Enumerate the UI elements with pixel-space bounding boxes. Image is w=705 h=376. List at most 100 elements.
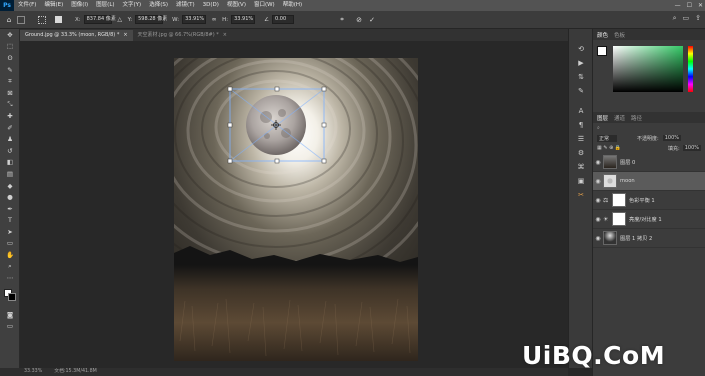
background-color-swatch[interactable] — [8, 293, 16, 302]
layer-row[interactable]: ◉ 图层 0 — [593, 153, 705, 172]
quick-mask-icon[interactable]: ◙ — [0, 309, 20, 321]
dodge-tool-icon[interactable]: ● — [0, 191, 20, 203]
character-icon[interactable]: A — [569, 104, 593, 118]
filter-kind-icon[interactable]: ⌕ — [597, 125, 600, 131]
menu-image[interactable]: 图像(I) — [67, 0, 92, 11]
path-selection-tool-icon[interactable]: ➤ — [0, 226, 20, 238]
layer-row-selected[interactable]: ◉ moon — [593, 172, 705, 191]
fill-field[interactable]: 100% — [682, 145, 701, 151]
type-tool-icon[interactable]: T — [0, 215, 20, 227]
visibility-eye-icon[interactable]: ◉ — [593, 178, 603, 185]
screen-mode-icon[interactable]: ▭ — [0, 321, 20, 333]
menu-type[interactable]: 文字(Y) — [119, 0, 146, 11]
shape-tool-icon[interactable]: ▭ — [0, 238, 20, 250]
menu-help[interactable]: 帮助(H) — [279, 0, 306, 11]
hue-slider[interactable] — [688, 46, 693, 92]
libraries-icon[interactable]: ⚙ — [569, 146, 593, 160]
tools-preset-icon[interactable]: ✂ — [569, 188, 593, 202]
menu-3d[interactable]: 3D(D) — [199, 0, 223, 11]
menu-view[interactable]: 视图(V) — [223, 0, 250, 11]
adjust-icon[interactable]: ⇅ — [569, 70, 593, 84]
blend-mode-select[interactable]: 正常 — [597, 134, 618, 142]
tab-paths[interactable]: 路径 — [631, 114, 642, 122]
tab-color[interactable]: 颜色 — [597, 31, 608, 39]
angle-field[interactable]: 0.00 — [272, 15, 295, 24]
layer-thumbnail[interactable] — [603, 231, 617, 245]
transform-mode-icon[interactable] — [17, 15, 25, 24]
layer-name[interactable]: 图层 1 拷贝 2 — [620, 235, 652, 242]
warp-mode-icon[interactable]: ⌗ — [337, 15, 347, 25]
link-icon[interactable]: ∞ — [209, 15, 219, 25]
close-button[interactable]: ✕ — [698, 0, 703, 11]
quick-select-tool-icon[interactable]: ✎ — [0, 64, 20, 76]
layer-name[interactable]: 色彩平衡 1 — [629, 197, 655, 204]
properties-icon[interactable]: ☰ — [569, 132, 593, 146]
layer-name[interactable]: 亮度/对比度 1 — [629, 216, 662, 223]
layer-row[interactable]: ◉ ⚖ 色彩平衡 1 — [593, 191, 705, 210]
layer-thumbnail[interactable] — [603, 174, 617, 188]
layer-mask-thumbnail[interactable] — [612, 212, 626, 226]
share-icon[interactable]: ⇪ — [695, 14, 701, 23]
eyedropper-tool-icon[interactable]: ⤡ — [0, 99, 20, 111]
reference-point-icon[interactable] — [38, 15, 46, 24]
workspace-icon[interactable]: ▭ — [683, 14, 690, 23]
tab-sky-close-icon[interactable]: × — [223, 30, 227, 41]
document-canvas[interactable] — [20, 41, 568, 368]
marquee-tool-icon[interactable]: ⬚ — [0, 41, 20, 53]
canvas-area[interactable] — [20, 41, 568, 368]
menu-file[interactable]: 文件(F) — [14, 0, 40, 11]
menu-select[interactable]: 选择(S) — [145, 0, 172, 11]
visibility-eye-icon[interactable]: ◉ — [593, 216, 603, 223]
foreground-color[interactable] — [597, 46, 607, 56]
height-field[interactable]: 33.91% — [231, 15, 256, 24]
lasso-tool-icon[interactable]: ʘ — [0, 52, 20, 64]
eraser-tool-icon[interactable]: ◧ — [0, 157, 20, 169]
brush-settings-icon[interactable]: ✎ — [569, 84, 593, 98]
history-brush-tool-icon[interactable]: ↺ — [0, 145, 20, 157]
layer-name[interactable]: 图层 0 — [620, 159, 635, 166]
move-tool-icon[interactable]: ✥ — [0, 29, 20, 41]
document-info[interactable]: 文档:15.3M/41.8M — [54, 368, 96, 376]
relative-position-icon[interactable]: △ — [115, 15, 125, 25]
x-position-field[interactable]: 837.84 像素 — [83, 15, 116, 24]
layer-thumbnail[interactable] — [603, 155, 617, 169]
healing-brush-tool-icon[interactable]: ✚ — [0, 110, 20, 122]
tab-sky[interactable]: 天空素材.jpg @ 66.7%(RGB/8#) * × — [133, 30, 232, 41]
menu-filter[interactable]: 滤镜(T) — [172, 0, 199, 11]
layer-row[interactable]: ◉ 图层 1 拷贝 2 — [593, 229, 705, 248]
y-position-field[interactable]: 598.28 像素 — [135, 15, 167, 24]
tab-ground-close-icon[interactable]: × — [123, 30, 127, 41]
crop-tool-icon[interactable]: ⌗ — [0, 75, 20, 87]
hand-tool-icon[interactable]: ✋ — [0, 249, 20, 261]
color-swatches[interactable] — [0, 287, 20, 309]
maximize-button[interactable]: ☐ — [687, 0, 692, 11]
reference-point-checkbox[interactable] — [55, 16, 62, 23]
visibility-eye-icon[interactable]: ◉ — [593, 197, 603, 204]
edit-toolbar-icon[interactable]: ⋯ — [0, 272, 20, 284]
commit-transform-button[interactable]: ✓ — [367, 15, 377, 25]
actions-icon[interactable]: ▶ — [569, 56, 593, 70]
tab-channels[interactable]: 通道 — [614, 114, 625, 122]
lock-icons[interactable]: ▦ ✎ ⊕ 🔒 — [593, 145, 621, 151]
menu-window[interactable]: 窗口(W) — [250, 0, 279, 11]
gradient-tool-icon[interactable]: ▤ — [0, 168, 20, 180]
frame-tool-icon[interactable]: ⊠ — [0, 87, 20, 99]
paragraph-icon[interactable]: ¶ — [569, 118, 593, 132]
tab-layers[interactable]: 图层 — [597, 114, 608, 122]
info-icon[interactable]: ▣ — [569, 174, 593, 188]
pen-tool-icon[interactable]: ✒ — [0, 203, 20, 215]
fg-bg-swatch[interactable] — [597, 46, 611, 60]
brush-tool-icon[interactable]: ✐ — [0, 122, 20, 134]
glyphs-icon[interactable]: ⌘ — [569, 160, 593, 174]
zoom-tool-icon[interactable]: ⌕ — [0, 261, 20, 273]
layer-row[interactable]: ◉ ☀ 亮度/对比度 1 — [593, 210, 705, 229]
history-icon[interactable]: ⟲ — [569, 42, 593, 56]
cancel-transform-button[interactable]: ⊘ — [354, 15, 364, 25]
opacity-field[interactable]: 100% — [662, 135, 681, 141]
visibility-eye-icon[interactable]: ◉ — [593, 235, 603, 242]
width-field[interactable]: 33.91% — [182, 15, 207, 24]
layer-name[interactable]: moon — [620, 178, 635, 184]
search-icon[interactable]: ⌕ — [673, 14, 677, 23]
menu-layer[interactable]: 图层(L) — [92, 0, 118, 11]
tab-swatches[interactable]: 色板 — [614, 31, 625, 39]
